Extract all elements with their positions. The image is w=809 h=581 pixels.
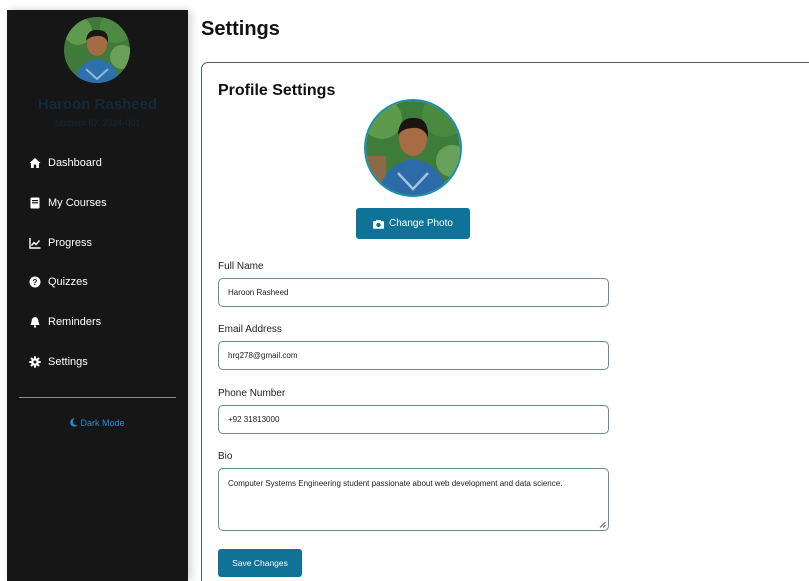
full-name-input[interactable]: Haroon Rasheed [218,278,609,307]
card-title: Profile Settings [218,82,336,99]
gear-icon [29,356,41,368]
chart-line-icon [29,237,41,249]
sidebar-user-subtitle: Student ID: 2024-001 [54,118,141,128]
moon-icon [70,418,79,429]
phone-input[interactable]: +92 31813000 [218,405,609,434]
bell-icon [29,316,41,328]
book-icon [29,197,41,209]
sidebar-item-progress[interactable]: Progress [29,233,92,253]
sidebar-item-reminders[interactable]: Reminders [29,312,101,332]
sidebar-item-label: Reminders [48,316,102,328]
sidebar-item-label: My Courses [48,197,107,209]
save-changes-button[interactable]: Save Changes [218,549,302,577]
svg-text:?: ? [33,278,38,287]
bio-label: Bio [218,451,233,462]
question-circle-icon: ? [29,276,41,288]
home-icon [29,157,41,169]
sidebar-item-settings[interactable]: Settings [29,352,88,372]
sidebar-avatar [64,17,130,83]
page-title: Settings [201,18,280,40]
sidebar: Haroon Rasheed Student ID: 2024-001 Dash… [7,10,188,581]
dark-mode-toggle[interactable]: Dark Mode [7,418,188,429]
sidebar-item-label: Quizzes [48,276,88,288]
bio-text: Computer Systems Engineering student pas… [228,479,563,488]
resize-handle-icon[interactable] [599,521,606,528]
phone-label: Phone Number [218,388,286,399]
sidebar-user-name: Haroon Rasheed [37,96,158,113]
sidebar-item-dashboard[interactable]: Dashboard [29,153,102,173]
sidebar-item-label: Settings [48,356,88,368]
sidebar-item-label: Progress [48,237,93,249]
email-label: Email Address [218,324,282,335]
sidebar-item-my-courses[interactable]: My Courses [29,193,107,213]
change-photo-button[interactable]: Change Photo [356,208,470,239]
full-name-label: Full Name [218,261,264,272]
settings-page: Haroon Rasheed Student ID: 2024-001 Dash… [0,0,809,581]
sidebar-item-label: Dashboard [48,157,102,169]
profile-photo [364,99,462,197]
email-input[interactable]: hrq278@gmail.com [218,341,609,370]
camera-icon [373,219,385,229]
change-photo-label: Change Photo [389,218,453,229]
dark-mode-label: Dark Mode [80,418,125,428]
sidebar-divider [19,397,176,398]
profile-settings-card: Profile Settings Change Photo Full Name … [201,62,809,581]
sidebar-item-quizzes[interactable]: ? Quizzes [29,272,88,292]
bio-textarea[interactable]: Computer Systems Engineering student pas… [218,468,609,531]
